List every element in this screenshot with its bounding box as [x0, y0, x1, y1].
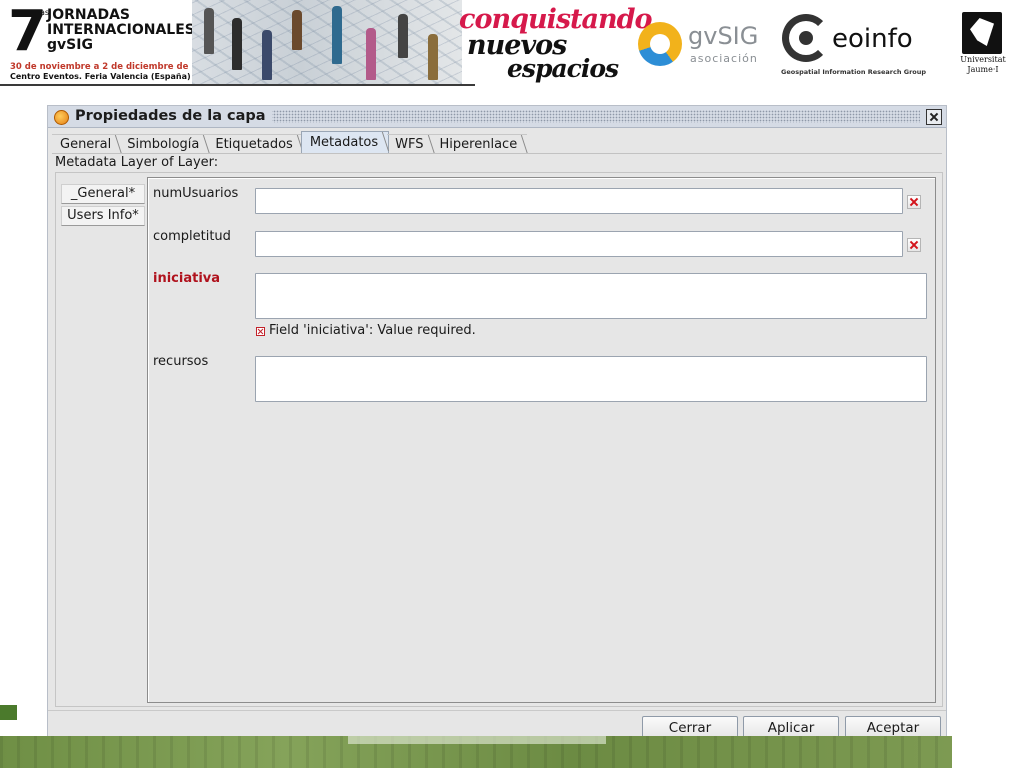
completitud-input[interactable]: [255, 231, 903, 257]
people-collage-image: [192, 0, 462, 84]
event-title: JORNADAS INTERNACIONALES gvSIG: [47, 8, 195, 53]
event-title-line1: JORNADAS: [47, 7, 130, 23]
gvsig-logo-name: gvSIG: [688, 22, 759, 50]
tab-divider: [52, 153, 942, 154]
event-banner: 7 as JORNADAS INTERNACIONALES gvSIG 30 d…: [0, 0, 1024, 86]
section-users-info-button[interactable]: Users Info*: [61, 206, 145, 226]
metadata-panel: _General* Users Info* numUsuarios comple…: [55, 172, 943, 707]
event-venue: Centro Eventos. Feria Valencia (España): [10, 72, 191, 81]
field-label-numusuarios: numUsuarios: [153, 186, 239, 201]
person-figure: [204, 8, 214, 54]
validation-error-message: Field 'iniciativa': Value required.: [269, 323, 476, 338]
university-name-line1: Universitat: [960, 55, 1006, 64]
slogan-line3: espacios: [507, 54, 619, 83]
tab-bar: General Simbología Etiquetados Metadatos…: [52, 131, 528, 154]
event-dates: 30 de noviembre a 2 de diciembre de 2011: [10, 62, 215, 72]
person-figure: [332, 6, 342, 64]
metadata-caption: Metadata Layer of Layer:: [55, 155, 219, 170]
delete-x-icon[interactable]: [907, 195, 921, 209]
university-logo-icon: [962, 12, 1002, 54]
gvsig-logo-subtitle: asociación: [690, 52, 758, 65]
tab-simbologia[interactable]: Simbología: [119, 134, 210, 154]
gvsig-association-logo-icon: [638, 22, 682, 66]
dialog-title-bar[interactable]: Propiedades de la capa: [48, 106, 946, 128]
gvsig-layer-icon: [54, 110, 69, 125]
tab-wfs[interactable]: WFS: [387, 134, 434, 154]
tab-metadatos[interactable]: Metadatos: [300, 131, 390, 153]
slogan: conquistando nuevos espacios: [455, 4, 653, 83]
university-name-line2: Jaume·I: [967, 65, 999, 74]
error-icon: [256, 327, 265, 336]
tab-hiperenlace[interactable]: Hiperenlace: [431, 134, 528, 154]
metadata-form: numUsuarios completitud iniciativa Field…: [147, 177, 936, 703]
event-title-line3: gvSIG: [47, 37, 93, 53]
delete-x-icon[interactable]: [907, 238, 921, 252]
banner-divider: [0, 84, 475, 86]
person-figure: [398, 14, 408, 58]
field-label-recursos: recursos: [153, 354, 209, 369]
person-figure: [292, 10, 302, 50]
field-label-completitud: completitud: [153, 229, 231, 244]
dialog-title: Propiedades de la capa: [75, 108, 272, 124]
geoinfo-logo-name: eoinfo: [832, 24, 913, 54]
tab-general[interactable]: General: [52, 134, 122, 154]
decorative-footer-highlight: [348, 736, 606, 744]
person-figure: [366, 28, 376, 80]
geoinfo-logo-icon: [782, 14, 830, 62]
section-general-button[interactable]: _General*: [61, 184, 145, 204]
geoinfo-logo-subtitle: Geospatial Information Research Group: [781, 68, 927, 76]
field-label-iniciativa: iniciativa: [153, 271, 221, 286]
close-icon[interactable]: [926, 109, 942, 125]
university-name: Universitat Jaume·I: [950, 55, 1016, 75]
decorative-green-square: [0, 705, 17, 720]
person-figure: [428, 34, 438, 80]
person-figure: [232, 18, 242, 70]
footer-divider: [48, 710, 946, 711]
iniciativa-textarea[interactable]: [255, 273, 927, 319]
recursos-textarea[interactable]: [255, 356, 927, 402]
layer-properties-dialog: Propiedades de la capa General Simbologí…: [47, 105, 947, 743]
person-figure: [262, 30, 272, 80]
numusuarios-input[interactable]: [255, 188, 903, 214]
event-title-line2: INTERNACIONALES: [47, 22, 195, 38]
tab-etiquetados[interactable]: Etiquetados: [207, 134, 303, 154]
